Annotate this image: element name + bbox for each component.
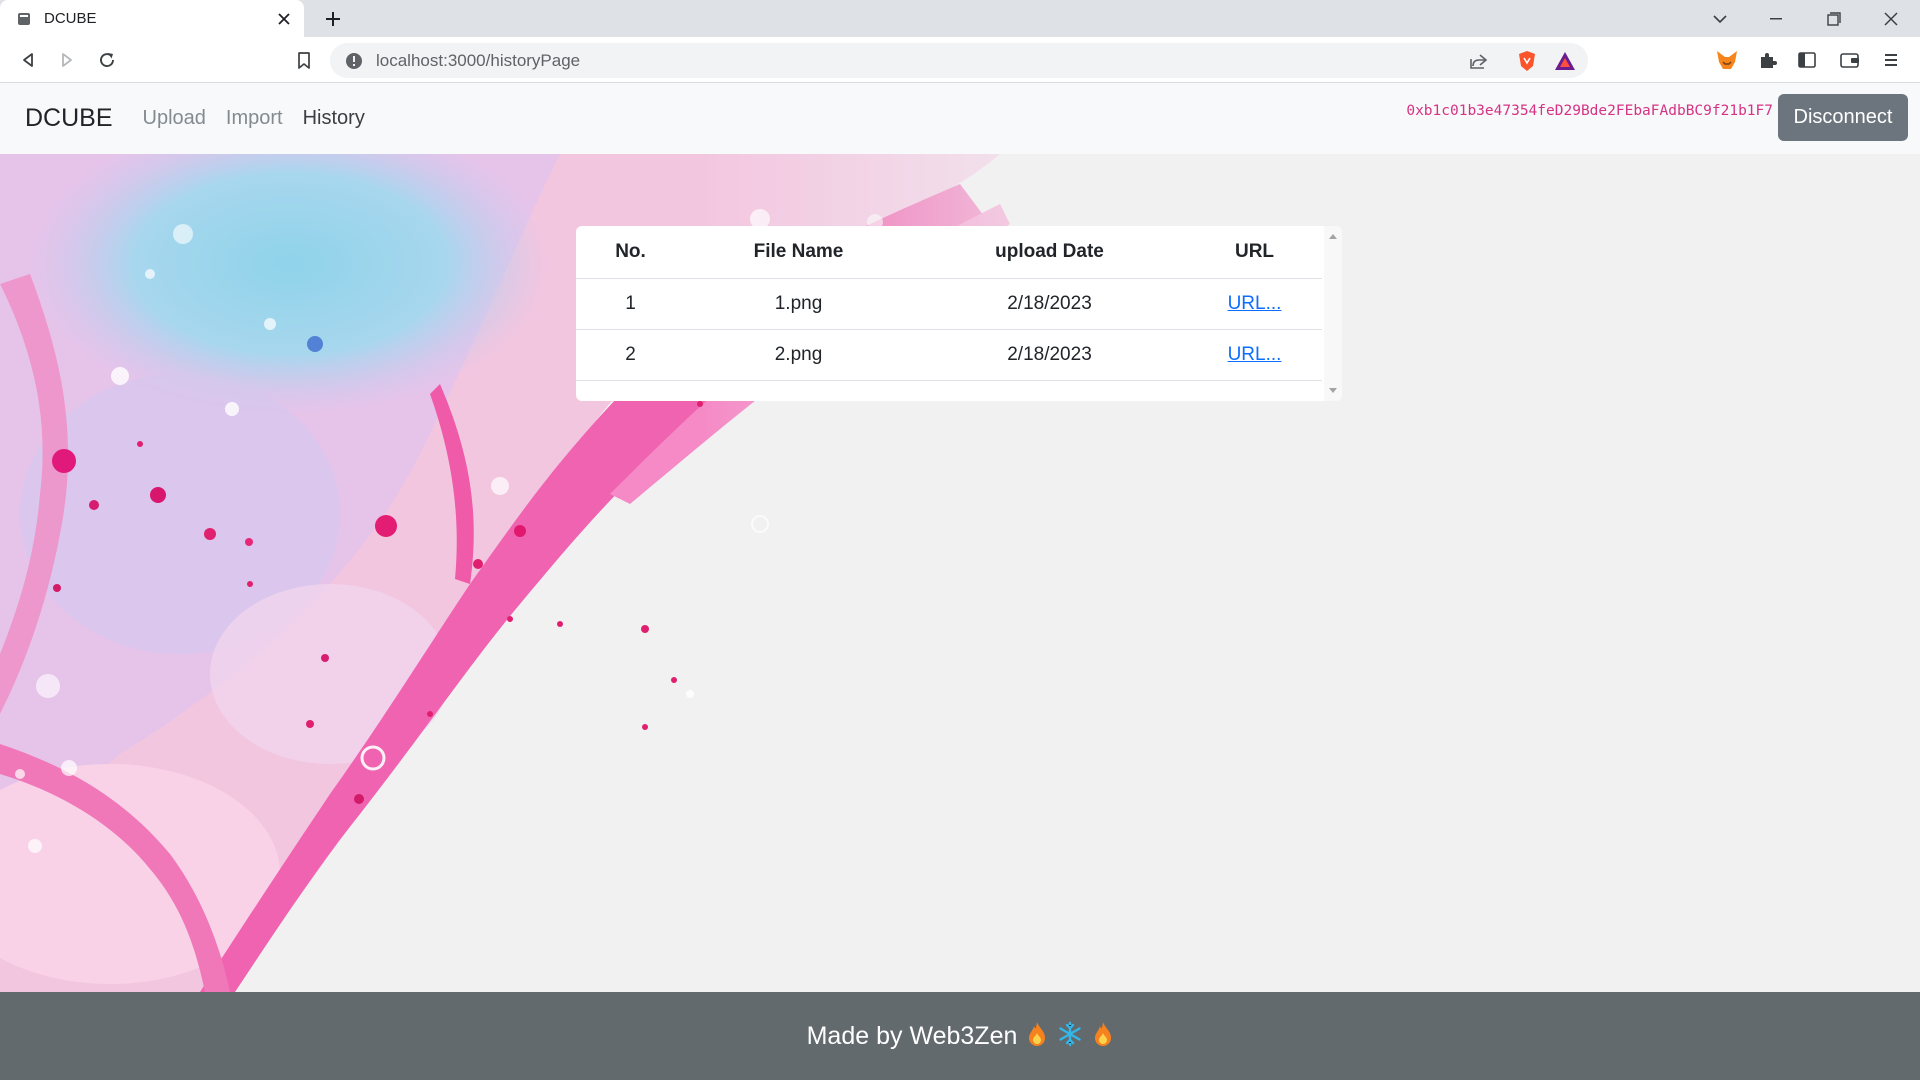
scroll-down-arrow-icon[interactable]	[1329, 388, 1337, 393]
address-bar[interactable]: localhost:3000/historyPage	[330, 43, 1588, 78]
background-hero: No. File Name upload Date URL 1 1.png 2/…	[0, 154, 1920, 992]
nav-link-import[interactable]: Import	[226, 107, 283, 130]
browser-toolbar: localhost:3000/historyPage	[0, 37, 1920, 83]
restore-icon[interactable]	[1806, 0, 1862, 37]
forward-icon[interactable]	[53, 46, 81, 74]
snowflake-icon	[1057, 1021, 1083, 1052]
nav-link-history[interactable]: History	[303, 107, 365, 130]
brave-shields-icon[interactable]	[1512, 43, 1542, 78]
browser-tab-strip: DCUBE	[0, 0, 1920, 37]
cell-file-name: 2.png	[685, 329, 912, 381]
file-url-link[interactable]: URL...	[1228, 344, 1282, 365]
url-text[interactable]: localhost:3000/historyPage	[376, 51, 1588, 71]
cell-url: URL...	[1187, 278, 1322, 330]
fire-icon	[1093, 1021, 1113, 1052]
fire-icon	[1027, 1021, 1047, 1052]
share-icon[interactable]	[1464, 43, 1494, 78]
scroll-up-arrow-icon[interactable]	[1329, 234, 1337, 239]
footer-text: Made by Web3Zen	[806, 1021, 1018, 1050]
tab-close-icon[interactable]	[274, 9, 294, 29]
column-header-no: No.	[576, 226, 685, 279]
page: DCUBE Upload Import History 0xb1c01b3e47…	[0, 83, 1920, 1080]
wallet-icon[interactable]	[1836, 46, 1864, 74]
menu-icon[interactable]	[1877, 46, 1905, 74]
minimize-icon[interactable]	[1748, 0, 1804, 37]
brave-rewards-icon[interactable]	[1550, 43, 1580, 78]
brand-logo[interactable]: DCUBE	[25, 104, 113, 133]
cell-upload-date: 2/18/2023	[912, 278, 1187, 330]
history-table-container[interactable]: No. File Name upload Date URL 1 1.png 2/…	[576, 226, 1342, 401]
cell-no: 1	[576, 278, 685, 330]
disconnect-button[interactable]: Disconnect	[1778, 94, 1908, 141]
file-url-link[interactable]: URL...	[1228, 293, 1282, 314]
column-header-upload-date: upload Date	[912, 226, 1187, 279]
tab-search-chevron-icon[interactable]	[1692, 0, 1748, 37]
cell-file-name: 1.png	[685, 278, 912, 330]
page-favicon-icon	[16, 11, 32, 27]
sidebar-icon[interactable]	[1793, 46, 1821, 74]
table-header-row: No. File Name upload Date URL	[576, 226, 1322, 279]
browser-tab[interactable]: DCUBE	[0, 0, 304, 37]
table-row: 1 1.png 2/18/2023 URL...	[576, 278, 1322, 330]
bookmark-icon[interactable]	[290, 46, 318, 74]
table-scrollbar[interactable]	[1324, 226, 1342, 401]
nav-link-upload[interactable]: Upload	[143, 107, 206, 130]
table-row: 2 2.png 2/18/2023 URL...	[576, 329, 1322, 381]
reload-icon[interactable]	[93, 46, 121, 74]
column-header-file-name: File Name	[685, 226, 912, 279]
tab-title: DCUBE	[44, 10, 97, 27]
history-table: No. File Name upload Date URL 1 1.png 2/…	[576, 226, 1322, 381]
cell-url: URL...	[1187, 329, 1322, 381]
wallet-address: 0xb1c01b3e47354feD29Bde2FEbaFAdbBC9f21b1…	[1406, 103, 1773, 119]
cell-upload-date: 2/18/2023	[912, 329, 1187, 381]
navbar: DCUBE Upload Import History 0xb1c01b3e47…	[0, 83, 1920, 154]
footer: Made by Web3Zen	[0, 992, 1920, 1080]
metamask-icon[interactable]	[1713, 46, 1741, 74]
close-window-icon[interactable]	[1863, 0, 1919, 37]
back-icon[interactable]	[14, 46, 42, 74]
column-header-url: URL	[1187, 226, 1322, 279]
extensions-icon[interactable]	[1754, 46, 1782, 74]
cell-no: 2	[576, 329, 685, 381]
site-info-icon[interactable]	[344, 51, 364, 71]
new-tab-icon[interactable]	[320, 6, 346, 32]
